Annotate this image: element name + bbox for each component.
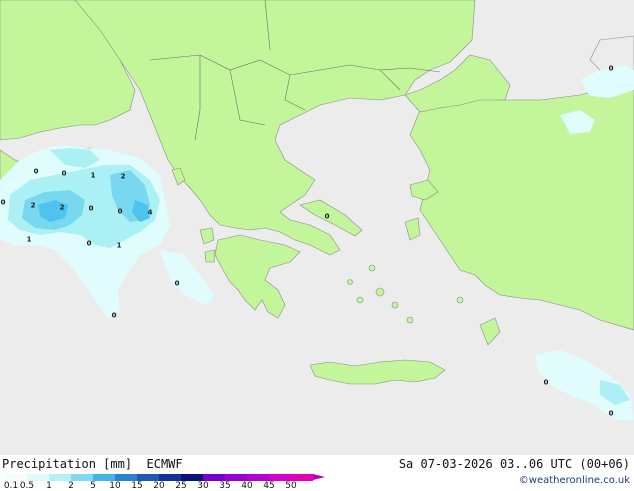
- value-label: 2: [30, 201, 36, 210]
- colorbar-swatch: [247, 474, 269, 481]
- colorbar-swatch: [181, 474, 203, 481]
- legend-title: Precipitation [mm] ECMWF: [2, 457, 183, 471]
- credit-link[interactable]: ©weatheronline.co.uk: [519, 475, 630, 486]
- value-label: 0: [0, 198, 6, 207]
- value-label: 2: [120, 172, 126, 181]
- run-info: Sa 07-03-2026 03..06 UTC (00+06): [398, 457, 630, 471]
- value-label: 0: [117, 207, 123, 216]
- land-crete: [309, 359, 446, 385]
- colorbar-swatch: [71, 474, 93, 481]
- land-island-5: [368, 264, 376, 272]
- colorbar-swatch: [115, 474, 137, 481]
- value-label: 0: [88, 204, 94, 213]
- value-label: 0: [324, 212, 330, 221]
- colorbar-swatch: [159, 474, 181, 481]
- value-label: 0: [608, 409, 614, 418]
- value-label: 4: [147, 208, 153, 217]
- colorbar-swatch: [5, 474, 27, 481]
- colorbar-swatch: [269, 474, 291, 481]
- colorbar-swatch: [225, 474, 247, 481]
- colorbar-swatch: [49, 474, 71, 481]
- value-label: 0: [33, 167, 39, 176]
- land-chios: [404, 217, 421, 241]
- colorbar-arrow: [313, 474, 325, 480]
- land-kefalonia: [199, 227, 215, 245]
- colorbar-swatch: [137, 474, 159, 481]
- value-label: 0: [61, 169, 67, 178]
- colorbar-swatch: [93, 474, 115, 481]
- land-zakynthos: [204, 249, 216, 263]
- value-label: 0: [111, 311, 117, 320]
- footer: Precipitation [mm] ECMWF Sa 07-03-2026 0…: [0, 455, 634, 491]
- land-peloponnese: [214, 234, 301, 319]
- value-label: 2: [59, 203, 65, 212]
- value-label: 0: [543, 378, 549, 387]
- precipitation-map: 0 0 1 2 0 2 2 0 4 1 0 1 0 0 0 0 0 0 0: [0, 0, 634, 455]
- land-island-7: [347, 279, 353, 285]
- land-anatolia: [409, 89, 634, 331]
- value-label: 0: [174, 279, 180, 288]
- value-label: 0: [86, 239, 92, 248]
- land-island-6: [456, 296, 464, 304]
- colorbar-swatch: [291, 474, 313, 481]
- colorbar-swatch: [27, 474, 49, 481]
- land-rhodes: [479, 317, 501, 346]
- value-label: 1: [90, 171, 96, 180]
- land-island-4: [406, 316, 414, 324]
- value-label: 1: [26, 235, 32, 244]
- value-label: 1: [116, 241, 122, 250]
- value-label: 0: [608, 64, 614, 73]
- land-island-1: [375, 287, 385, 297]
- land-island-2: [356, 296, 364, 304]
- colorbar-swatch: [203, 474, 225, 481]
- land-island-3: [391, 301, 399, 309]
- map-canvas: [0, 0, 634, 420]
